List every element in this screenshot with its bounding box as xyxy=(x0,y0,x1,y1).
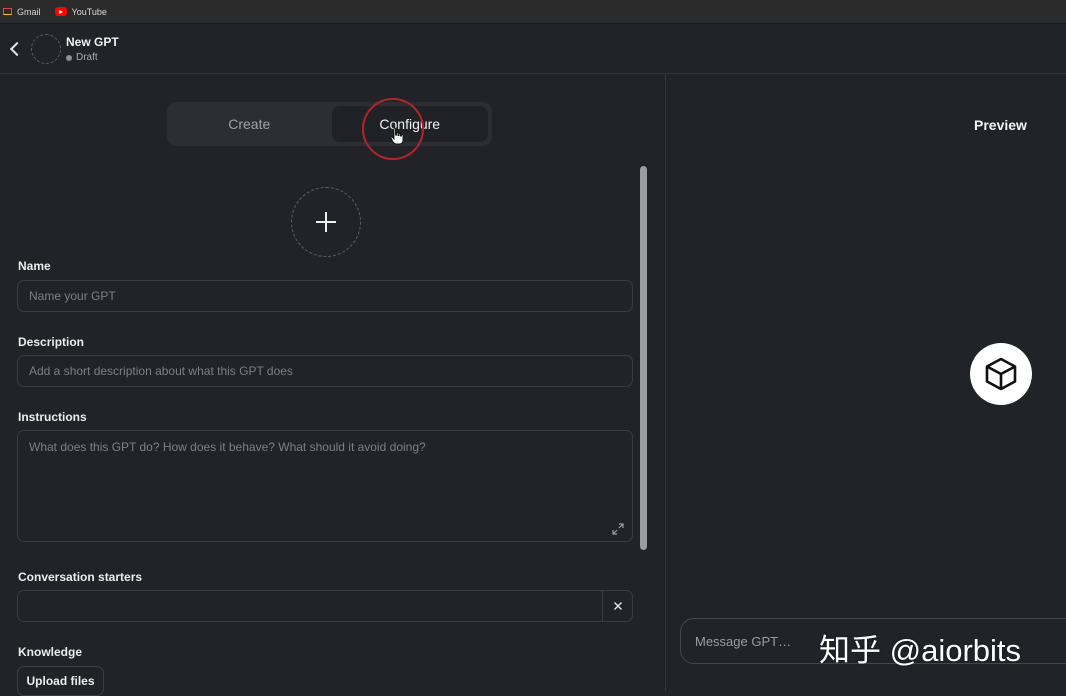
name-input[interactable] xyxy=(17,280,633,312)
knowledge-label: Knowledge xyxy=(18,645,83,659)
bookmark-label: YouTube xyxy=(71,6,107,17)
bookmark-gmail[interactable]: Gmail xyxy=(3,7,41,17)
preview-avatar xyxy=(970,343,1032,405)
bookmarks-bar: Gmail YouTube xyxy=(0,0,1066,24)
mode-tabs: Create Configure xyxy=(167,102,492,146)
instructions-textarea[interactable] xyxy=(17,430,633,542)
status-dot-icon xyxy=(66,54,72,61)
close-icon xyxy=(613,602,622,610)
cube-icon xyxy=(985,357,1017,391)
gpt-title: New GPT xyxy=(66,35,119,49)
upload-files-button[interactable]: Upload files xyxy=(17,666,104,696)
configure-pane: Create Configure Name Description Instru… xyxy=(0,75,665,696)
conversation-starters-label: Conversation starters xyxy=(18,570,143,584)
gpt-status: Draft xyxy=(66,52,98,63)
watermark-text: 知乎 @aiorbits xyxy=(819,633,1022,668)
preview-title: Preview xyxy=(974,117,1027,133)
youtube-icon xyxy=(54,7,67,16)
description-label: Description xyxy=(18,335,85,349)
gmail-icon xyxy=(3,8,12,15)
status-label: Draft xyxy=(76,52,98,63)
remove-starter-button[interactable] xyxy=(602,591,632,621)
back-button[interactable] xyxy=(8,39,22,59)
conversation-starter-row xyxy=(17,590,633,622)
bookmark-youtube[interactable]: YouTube xyxy=(54,6,107,17)
preview-pane: Preview 知乎 @aiorbits xyxy=(666,75,1066,691)
add-avatar-button[interactable] xyxy=(291,187,361,257)
instructions-label: Instructions xyxy=(18,410,87,424)
conversation-starter-input[interactable] xyxy=(18,591,602,621)
hand-cursor-icon xyxy=(390,127,404,145)
tab-configure[interactable]: Configure xyxy=(331,106,488,142)
tab-create[interactable]: Create xyxy=(171,106,328,142)
description-input[interactable] xyxy=(17,355,633,387)
editor-header: New GPT Draft xyxy=(0,24,1066,74)
plus-icon xyxy=(316,212,336,232)
name-label: Name xyxy=(18,259,51,273)
expand-icon[interactable] xyxy=(612,523,624,535)
scrollbar[interactable] xyxy=(640,166,647,550)
gpt-avatar-placeholder xyxy=(31,34,61,64)
bookmark-label: Gmail xyxy=(17,6,41,17)
